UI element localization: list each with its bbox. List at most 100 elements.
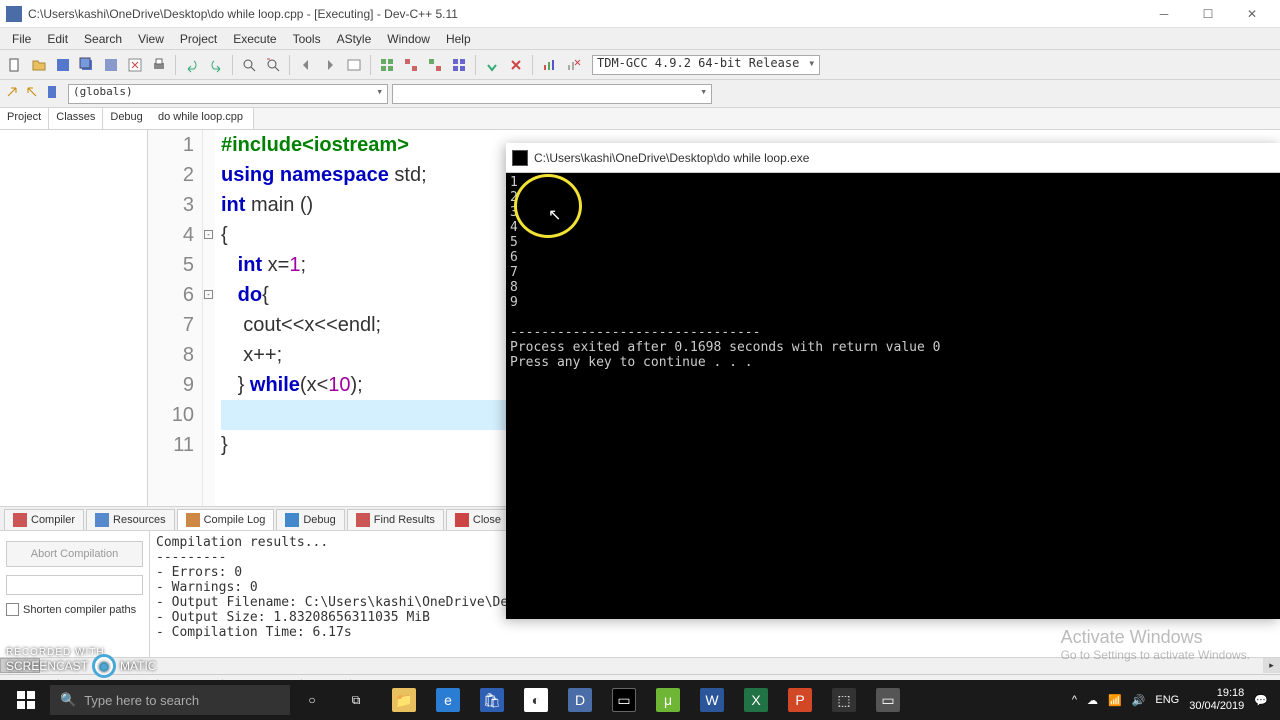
menu-bar: FileEditSearchViewProjectExecuteToolsASt… — [0, 28, 1280, 50]
tray-clock[interactable]: 19:18 30/04/2019 — [1189, 687, 1244, 713]
taskbar-app-word[interactable]: W — [690, 680, 734, 720]
taskbar-app-utorrent[interactable]: μ — [646, 680, 690, 720]
screencast-brand: SCREENCAST ◉ MATIC — [6, 654, 156, 678]
find-icon[interactable] — [238, 54, 260, 76]
project-panel: ProjectClassesDebug — [0, 108, 148, 506]
shorten-paths-checkbox[interactable] — [6, 603, 19, 616]
window-title: C:\Users\kashi\OneDrive\Desktop\do while… — [28, 7, 458, 21]
file-tab[interactable]: do while loop.cpp — [148, 108, 254, 129]
tab-icon — [285, 513, 299, 527]
taskbar-app-devcpp[interactable]: D — [558, 680, 602, 720]
redo-icon[interactable] — [205, 54, 227, 76]
menu-help[interactable]: Help — [438, 30, 479, 48]
bottom-tab-compile-log[interactable]: Compile Log — [177, 509, 275, 530]
taskbar-app-unknown[interactable]: ⬚ — [822, 680, 866, 720]
taskbar-search[interactable]: 🔍Type here to search — [50, 685, 290, 715]
menu-file[interactable]: File — [4, 30, 39, 48]
tab-icon — [455, 513, 469, 527]
back-icon[interactable] — [295, 54, 317, 76]
abort-compilation-button: Abort Compilation — [6, 541, 143, 567]
close-button[interactable]: ✕ — [1230, 0, 1274, 28]
goto-impl-icon[interactable] — [24, 84, 40, 103]
stop-icon[interactable] — [505, 54, 527, 76]
compiler-select[interactable]: TDM-GCC 4.9.2 64-bit Release — [592, 55, 820, 75]
horizontal-scrollbar[interactable]: ▸ — [0, 657, 1280, 674]
save-project-icon[interactable] — [100, 54, 122, 76]
bottom-tab-find-results[interactable]: Find Results — [347, 509, 444, 530]
open-file-icon[interactable] — [28, 54, 50, 76]
tray-volume-icon[interactable]: 🔊 — [1132, 694, 1146, 707]
undo-icon[interactable] — [181, 54, 203, 76]
functions-combo[interactable] — [392, 84, 712, 104]
main-toolbar: TDM-GCC 4.9.2 64-bit Release — [0, 50, 1280, 80]
app-icon — [6, 6, 22, 22]
taskbar-app-powerpoint[interactable]: P — [778, 680, 822, 720]
compiler-path-input[interactable] — [6, 575, 143, 595]
taskbar-app-window[interactable]: ▭ — [866, 680, 910, 720]
screencast-logo-icon: ◉ — [92, 654, 116, 678]
taskbar-app-excel[interactable]: X — [734, 680, 778, 720]
compile-icon[interactable] — [376, 54, 398, 76]
fold-marker[interactable]: - — [204, 230, 213, 239]
tray-language[interactable]: ENG — [1155, 694, 1179, 706]
menu-edit[interactable]: Edit — [39, 30, 76, 48]
menu-view[interactable]: View — [130, 30, 172, 48]
replace-icon[interactable] — [262, 54, 284, 76]
taskbar-app-store[interactable]: 🛍 — [470, 680, 514, 720]
globals-combo[interactable]: (globals) — [68, 84, 388, 104]
windows-taskbar[interactable]: 🔍Type here to search ○ ⧉ 📁 e 🛍 ◐ D ▭ μ W… — [0, 680, 1280, 720]
save-icon[interactable] — [52, 54, 74, 76]
console-titlebar[interactable]: C:\Users\kashi\OneDrive\Desktop\do while… — [506, 143, 1280, 173]
left-tab-classes[interactable]: Classes — [49, 108, 103, 129]
start-button[interactable] — [4, 680, 48, 720]
rebuild-icon[interactable] — [448, 54, 470, 76]
print-icon[interactable] — [148, 54, 170, 76]
bottom-tab-resources[interactable]: Resources — [86, 509, 175, 530]
tray-chevron-up-icon[interactable]: ^ — [1072, 694, 1077, 706]
delete-profile-icon[interactable] — [562, 54, 584, 76]
menu-search[interactable]: Search — [76, 30, 130, 48]
tray-network-icon[interactable]: 📶 — [1108, 694, 1122, 707]
tab-icon — [13, 513, 27, 527]
task-view-icon[interactable]: ⧉ — [334, 680, 378, 720]
fold-marker[interactable]: - — [204, 290, 213, 299]
console-icon — [512, 150, 528, 166]
console-output: 1 2 3 4 5 6 7 8 9 ----------------------… — [506, 173, 1280, 619]
tray-onedrive-icon[interactable]: ☁ — [1087, 694, 1098, 707]
console-window[interactable]: C:\Users\kashi\OneDrive\Desktop\do while… — [506, 143, 1280, 619]
tab-icon — [95, 513, 109, 527]
bottom-tab-close[interactable]: Close — [446, 509, 510, 530]
cortana-icon[interactable]: ○ — [290, 680, 334, 720]
menu-tools[interactable]: Tools — [285, 30, 329, 48]
window-titlebar: C:\Users\kashi\OneDrive\Desktop\do while… — [0, 0, 1280, 28]
debug-icon[interactable] — [481, 54, 503, 76]
tab-icon — [186, 513, 200, 527]
taskbar-app-chrome[interactable]: ◐ — [514, 680, 558, 720]
goto-icon[interactable] — [343, 54, 365, 76]
tab-icon — [356, 513, 370, 527]
profile-icon[interactable] — [538, 54, 560, 76]
menu-astyle[interactable]: AStyle — [329, 30, 380, 48]
taskbar-app-edge[interactable]: e — [426, 680, 470, 720]
left-tab-debug[interactable]: Debug — [103, 108, 150, 129]
bookmark-icon[interactable] — [44, 84, 60, 103]
taskbar-app-console[interactable]: ▭ — [602, 680, 646, 720]
compile-run-icon[interactable] — [424, 54, 446, 76]
nav-toolbar: (globals) — [0, 80, 1280, 108]
tray-notifications-icon[interactable]: 💬 — [1254, 694, 1268, 707]
forward-icon[interactable] — [319, 54, 341, 76]
save-all-icon[interactable] — [76, 54, 98, 76]
maximize-button[interactable]: ☐ — [1186, 0, 1230, 28]
close-file-icon[interactable] — [124, 54, 146, 76]
left-tab-project[interactable]: Project — [0, 108, 49, 129]
menu-execute[interactable]: Execute — [225, 30, 284, 48]
menu-window[interactable]: Window — [379, 30, 438, 48]
taskbar-app-explorer[interactable]: 📁 — [382, 680, 426, 720]
run-icon[interactable] — [400, 54, 422, 76]
new-file-icon[interactable] — [4, 54, 26, 76]
minimize-button[interactable]: ─ — [1142, 0, 1186, 28]
menu-project[interactable]: Project — [172, 30, 225, 48]
goto-decl-icon[interactable] — [4, 84, 20, 103]
bottom-tab-compiler[interactable]: Compiler — [4, 509, 84, 530]
bottom-tab-debug[interactable]: Debug — [276, 509, 344, 530]
